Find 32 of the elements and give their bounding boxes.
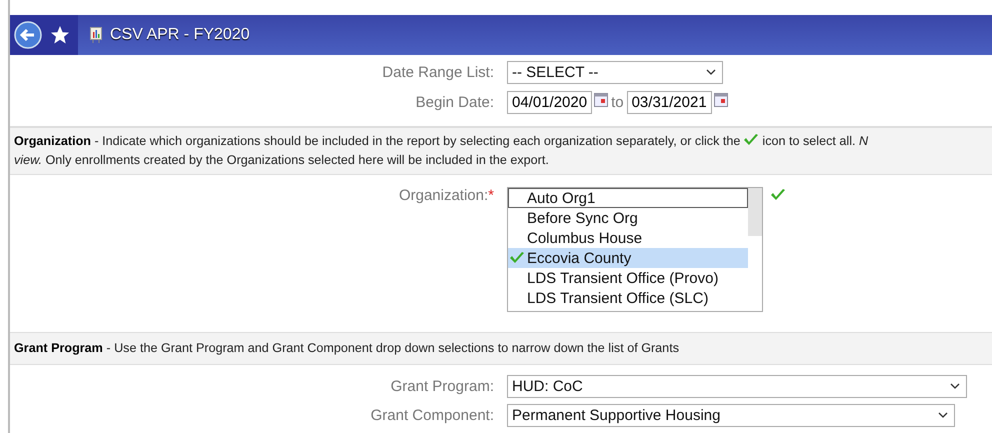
list-item[interactable]: Before Sync Org (508, 208, 748, 228)
scrollbar-thumb[interactable] (748, 188, 762, 236)
star-icon[interactable] (50, 25, 70, 45)
date-range-dropdown[interactable]: -- SELECT -- (507, 60, 723, 84)
field-label: Grant Component: (370, 406, 495, 424)
organization-listbox[interactable]: Auto Org1 Before Sync Org Columbus House Eccovia County LDS Transient Office (Provo) LDS Transient Office (SLC) (507, 187, 763, 312)
check-icon (509, 251, 525, 265)
field-label: Begin Date: (414, 94, 495, 110)
list-item[interactable]: Auto Org1 (508, 188, 748, 208)
date-field[interactable]: 03/31/2021 (626, 90, 712, 114)
caret-icon (950, 383, 960, 389)
field-label: Date Range List: (381, 64, 495, 80)
field-label: Organization:* (398, 187, 495, 204)
select-all-check-icon (770, 188, 786, 202)
calendar-icon[interactable] (594, 92, 608, 106)
dropdown[interactable]: HUD: CoC (507, 374, 967, 398)
caret-icon (938, 412, 948, 418)
caret-icon (706, 69, 716, 75)
check-icon (743, 133, 760, 147)
list-item[interactable]: Columbus House (508, 228, 748, 248)
list-item[interactable]: LDS Transient Office (SLC) (508, 288, 748, 308)
chart-icon (90, 27, 102, 43)
calendar-icon[interactable] (714, 92, 728, 106)
list-item[interactable]: LDS Transient Office (Provo) (508, 268, 748, 288)
date-field[interactable]: 04/01/2020 (507, 90, 592, 114)
dropdown[interactable]: Permanent Supportive Housing (507, 404, 955, 426)
section-description: Organization - Indicate which organizations should be included in the report by selecting each organization separately, or click the icon to select all. N view. Only enrollments created by the Organizations selected here will be included in the export. (10, 127, 992, 175)
field-label: Grant Program: (390, 378, 495, 394)
section-description: Grant Program - Use the Grant Program and Grant Component drop down selections to narrow down the list of Grants (10, 332, 992, 365)
to-label: to (611, 94, 624, 110)
page-title: CSV APR - FY2020 (110, 26, 250, 44)
list-item[interactable]: Eccovia County (508, 248, 748, 268)
